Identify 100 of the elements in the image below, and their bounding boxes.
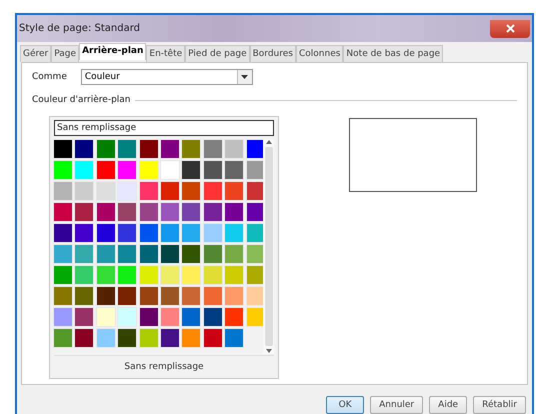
- color-swatch[interactable]: [75, 308, 94, 326]
- color-swatch[interactable]: [96, 224, 115, 242]
- color-swatch[interactable]: [140, 224, 158, 242]
- color-swatch[interactable]: [225, 329, 244, 347]
- color-swatch[interactable]: [246, 224, 265, 242]
- scroll-down-icon[interactable]: [264, 348, 272, 354]
- color-swatch[interactable]: [204, 140, 222, 158]
- color-swatch[interactable]: [140, 203, 158, 221]
- color-swatch[interactable]: [54, 182, 72, 200]
- color-swatch[interactable]: [204, 245, 222, 263]
- color-swatch[interactable]: [246, 203, 265, 221]
- fill-field[interactable]: Sans remplissage: [54, 120, 274, 136]
- color-swatch[interactable]: [54, 140, 72, 158]
- color-swatch[interactable]: [140, 266, 158, 284]
- color-swatch[interactable]: [54, 266, 72, 284]
- tab[interactable]: Page: [51, 45, 80, 62]
- color-swatch[interactable]: [182, 182, 200, 200]
- color-swatch[interactable]: [246, 287, 265, 305]
- color-swatch[interactable]: [118, 308, 136, 326]
- color-swatch[interactable]: [75, 140, 94, 158]
- tab[interactable]: Pied de page: [185, 45, 250, 62]
- color-swatch[interactable]: [204, 266, 222, 284]
- tab[interactable]: Arrière-plan: [79, 43, 146, 60]
- color-swatch[interactable]: [75, 329, 94, 347]
- color-swatch[interactable]: [160, 266, 179, 284]
- color-swatch[interactable]: [246, 245, 265, 263]
- color-swatch[interactable]: [225, 161, 244, 179]
- dialog-button[interactable]: OK: [326, 396, 364, 414]
- color-swatch[interactable]: [182, 203, 200, 221]
- color-swatch[interactable]: [160, 224, 179, 242]
- color-swatch[interactable]: [246, 182, 265, 200]
- color-swatch[interactable]: [160, 329, 179, 347]
- color-swatch[interactable]: [54, 287, 72, 305]
- color-swatch[interactable]: [118, 161, 136, 179]
- color-swatch[interactable]: [204, 182, 222, 200]
- color-swatch[interactable]: [225, 182, 244, 200]
- color-swatch[interactable]: [140, 329, 158, 347]
- color-swatch[interactable]: [118, 245, 136, 263]
- color-swatch[interactable]: [118, 287, 136, 305]
- color-swatch[interactable]: [75, 161, 94, 179]
- close-button[interactable]: [490, 20, 530, 38]
- color-swatch[interactable]: [118, 224, 136, 242]
- color-swatch[interactable]: [182, 287, 200, 305]
- color-swatch[interactable]: [96, 140, 115, 158]
- color-swatch[interactable]: [118, 266, 136, 284]
- color-swatch[interactable]: [118, 203, 136, 221]
- color-swatch[interactable]: [204, 224, 222, 242]
- color-swatch[interactable]: [118, 329, 136, 347]
- color-swatch[interactable]: [160, 245, 179, 263]
- as-dropdown[interactable]: Couleur: [80, 69, 253, 85]
- color-swatch[interactable]: [204, 161, 222, 179]
- color-swatch[interactable]: [75, 203, 94, 221]
- color-swatch[interactable]: [75, 182, 94, 200]
- tab[interactable]: Colonnes: [296, 45, 344, 62]
- color-swatch[interactable]: [182, 245, 200, 263]
- color-swatch[interactable]: [182, 266, 200, 284]
- color-swatch[interactable]: [54, 329, 72, 347]
- color-swatch[interactable]: [182, 224, 200, 242]
- dialog-button[interactable]: Annuler: [370, 396, 424, 414]
- color-swatch[interactable]: [182, 161, 200, 179]
- color-swatch[interactable]: [225, 287, 244, 305]
- color-swatch[interactable]: [182, 140, 200, 158]
- color-swatch[interactable]: [54, 203, 72, 221]
- color-swatch[interactable]: [246, 266, 265, 284]
- color-swatch[interactable]: [54, 308, 72, 326]
- color-swatch[interactable]: [140, 161, 158, 179]
- color-swatch[interactable]: [140, 245, 158, 263]
- color-swatch[interactable]: [225, 140, 244, 158]
- color-swatch[interactable]: [75, 224, 94, 242]
- color-swatch[interactable]: [96, 245, 115, 263]
- scroll-up-icon[interactable]: [264, 139, 272, 145]
- color-swatch[interactable]: [96, 308, 115, 326]
- color-swatch[interactable]: [160, 182, 179, 200]
- color-swatch[interactable]: [182, 329, 200, 347]
- color-swatch[interactable]: [140, 308, 158, 326]
- color-swatch[interactable]: [246, 308, 265, 326]
- color-swatch[interactable]: [225, 224, 244, 242]
- tab[interactable]: Note de bas de page: [343, 45, 444, 62]
- color-swatch[interactable]: [225, 308, 244, 326]
- color-swatch[interactable]: [140, 287, 158, 305]
- color-swatch[interactable]: [75, 245, 94, 263]
- dialog-button[interactable]: Rétablir: [473, 396, 526, 414]
- tab[interactable]: En-tête: [146, 45, 186, 62]
- dialog-button[interactable]: Aide: [429, 396, 468, 414]
- color-swatch[interactable]: [140, 182, 158, 200]
- color-swatch[interactable]: [96, 287, 115, 305]
- color-swatch[interactable]: [160, 140, 179, 158]
- color-swatch[interactable]: [160, 308, 179, 326]
- color-swatch[interactable]: [96, 266, 115, 284]
- color-swatch[interactable]: [204, 308, 222, 326]
- color-swatch[interactable]: [118, 140, 136, 158]
- color-swatch[interactable]: [204, 329, 222, 347]
- color-swatch[interactable]: [182, 308, 200, 326]
- color-swatch[interactable]: [96, 203, 115, 221]
- color-swatch[interactable]: [225, 266, 244, 284]
- color-swatch[interactable]: [75, 266, 94, 284]
- color-swatch[interactable]: [225, 203, 244, 221]
- color-swatch[interactable]: [246, 140, 265, 158]
- color-swatch[interactable]: [54, 245, 72, 263]
- color-swatch[interactable]: [75, 287, 94, 305]
